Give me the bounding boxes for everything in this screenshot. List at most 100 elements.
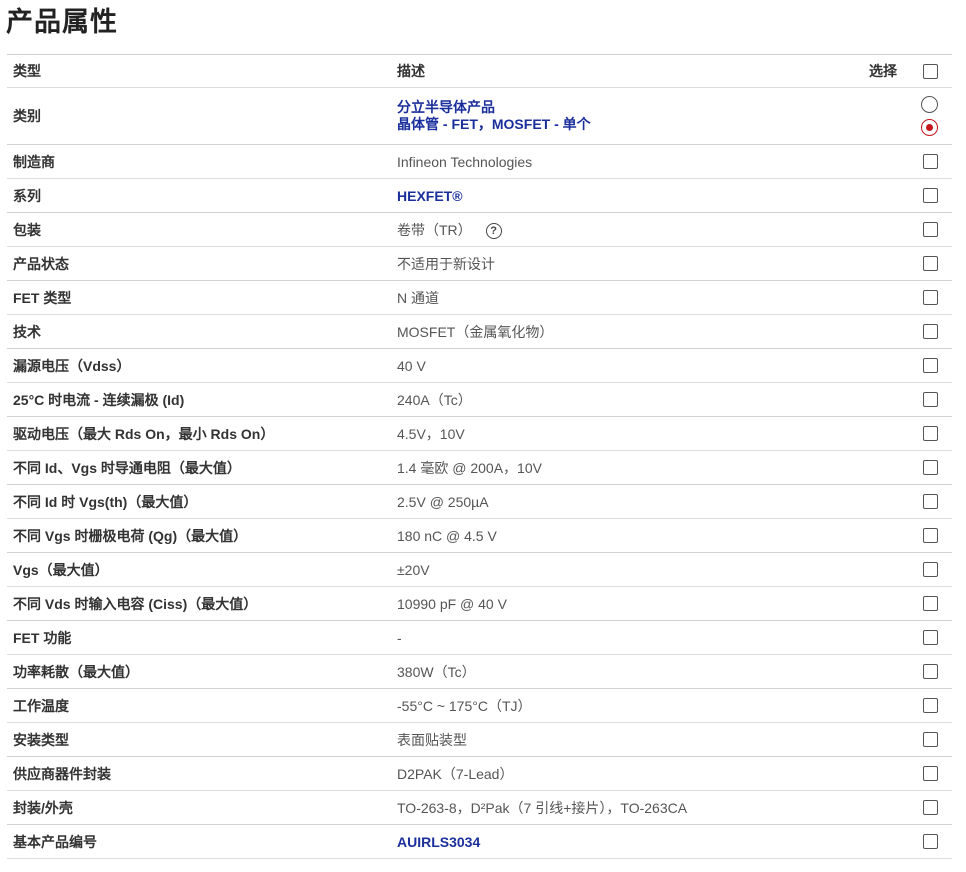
header-desc: 描述 [391, 54, 857, 88]
row-select-checkbox[interactable] [923, 596, 938, 611]
table-row: 漏源电压（Vdss） 40 V [7, 348, 952, 383]
row-label: 类别 [7, 87, 391, 145]
attributes-table: 类型 描述 选择 类别 分立半导体产品 晶体管 - FET，MOSFET - 单… [7, 54, 952, 859]
row-select-checkbox[interactable] [923, 460, 938, 475]
row-select-checkbox[interactable] [923, 834, 938, 849]
row-label: 基本产品编号 [7, 824, 391, 859]
row-select-checkbox[interactable] [923, 698, 938, 713]
help-icon[interactable]: ? [485, 222, 502, 239]
row-value: 2.5V @ 250µA [397, 493, 489, 510]
row-select-cell [857, 348, 952, 383]
table-row: 功率耗散（最大值） 380W（Tc） [7, 654, 952, 689]
row-select-checkbox[interactable] [923, 154, 938, 169]
row-select-checkbox[interactable] [923, 664, 938, 679]
row-label: 制造商 [7, 144, 391, 179]
row-select-cell [857, 518, 952, 553]
row-value-cell: ±20V [391, 552, 857, 587]
row-label: Vgs（最大值） [7, 552, 391, 587]
row-value: TO-263-8，D²Pak（7 引线+接片），TO-263CA [397, 799, 688, 816]
row-label: 工作温度 [7, 688, 391, 723]
row-value-link[interactable]: AUIRLS3034 [397, 834, 480, 850]
row-select-checkbox[interactable] [923, 392, 938, 407]
row-value: Infineon Technologies [397, 153, 533, 170]
row-label: 不同 Vgs 时栅极电荷 (Qg)（最大值） [7, 518, 391, 553]
row-value-cell: -55°C ~ 175°C（TJ） [391, 688, 857, 723]
table-row: 系列 HEXFET® [7, 178, 952, 213]
row-value-cell: 380W（Tc） [391, 654, 857, 689]
row-value-cell: AUIRLS3034 [391, 824, 857, 859]
row-select-cell [857, 654, 952, 689]
row-select-cell [857, 144, 952, 179]
category-radio-discrete[interactable] [921, 96, 938, 113]
row-select-cell [857, 722, 952, 757]
select-all-checkbox[interactable] [923, 63, 938, 79]
table-row: 25°C 时电流 - 连续漏极 (Id) 240A（Tc） [7, 382, 952, 417]
row-value: 不适用于新设计 [397, 255, 495, 272]
table-row: 不同 Id、Vgs 时导通电阻（最大值） 1.4 毫欧 @ 200A，10V [7, 450, 952, 485]
row-select-checkbox[interactable] [923, 630, 938, 645]
row-select-cell [857, 586, 952, 621]
row-value: 1.4 毫欧 @ 200A，10V [397, 459, 542, 476]
row-value: 卷带（TR） [397, 221, 472, 238]
row-value-cell: 表面贴装型 [391, 722, 857, 757]
row-value: 分立半导体产品 晶体管 - FET，MOSFET - 单个 [391, 87, 857, 145]
row-label: 封装/外壳 [7, 790, 391, 825]
table-row: Vgs（最大值） ±20V [7, 552, 952, 587]
row-select-cell [857, 246, 952, 281]
table-row: 安装类型 表面贴装型 [7, 722, 952, 757]
row-value-cell: 卷带（TR）? [391, 212, 857, 247]
table-row: FET 类型 N 通道 [7, 280, 952, 315]
row-value-cell: 240A（Tc） [391, 382, 857, 417]
row-select-cell [857, 824, 952, 859]
row-value-cell: MOSFET（金属氧化物） [391, 314, 857, 349]
row-select-cell [857, 314, 952, 349]
row-select-checkbox[interactable] [923, 732, 938, 747]
row-value-cell: 40 V [391, 348, 857, 383]
table-header-row: 类型 描述 选择 [7, 54, 952, 88]
row-select-checkbox[interactable] [923, 358, 938, 373]
row-select-checkbox[interactable] [923, 324, 938, 339]
row-label: 安装类型 [7, 722, 391, 757]
row-label: 功率耗散（最大值） [7, 654, 391, 689]
row-label: 不同 Vds 时输入电容 (Ciss)（最大值） [7, 586, 391, 621]
row-label: FET 类型 [7, 280, 391, 315]
category-radio-fet[interactable] [921, 119, 938, 136]
row-label: 供应商器件封装 [7, 756, 391, 791]
row-value-cell: 不适用于新设计 [391, 246, 857, 281]
category-link-fet[interactable]: 晶体管 - FET，MOSFET - 单个 [397, 116, 591, 132]
row-label: 不同 Id、Vgs 时导通电阻（最大值） [7, 450, 391, 485]
row-label: 产品状态 [7, 246, 391, 281]
row-select-checkbox[interactable] [923, 800, 938, 815]
row-select-cell [857, 620, 952, 655]
row-select-cell [857, 790, 952, 825]
table-row: FET 功能 - [7, 620, 952, 655]
row-label: 包装 [7, 212, 391, 247]
row-value-cell: HEXFET® [391, 178, 857, 213]
row-value: ±20V [397, 561, 430, 578]
row-value: - [397, 629, 402, 646]
row-select-checkbox[interactable] [923, 494, 938, 509]
row-select-cell [857, 212, 952, 247]
row-value: 表面贴装型 [397, 731, 467, 748]
category-link-discrete[interactable]: 分立半导体产品 [397, 99, 495, 115]
table-row: 封装/外壳 TO-263-8，D²Pak（7 引线+接片），TO-263CA [7, 790, 952, 825]
table-row: 驱动电压（最大 Rds On，最小 Rds On） 4.5V，10V [7, 416, 952, 451]
row-select-checkbox[interactable] [923, 256, 938, 271]
row-value: N 通道 [397, 289, 439, 306]
row-value-link[interactable]: HEXFET® [397, 188, 463, 204]
row-select-checkbox[interactable] [923, 426, 938, 441]
row-select-checkbox[interactable] [923, 290, 938, 305]
row-select-checkbox[interactable] [923, 766, 938, 781]
table-row-category: 类别 分立半导体产品 晶体管 - FET，MOSFET - 单个 [7, 87, 952, 145]
header-select: 选择 [869, 63, 897, 79]
row-select-checkbox[interactable] [923, 188, 938, 203]
row-select-checkbox[interactable] [923, 528, 938, 543]
row-value-cell: D2PAK（7-Lead） [391, 756, 857, 791]
table-row: 不同 Vgs 时栅极电荷 (Qg)（最大值） 180 nC @ 4.5 V [7, 518, 952, 553]
row-select-cell [857, 87, 952, 145]
table-row: 工作温度 -55°C ~ 175°C（TJ） [7, 688, 952, 723]
row-value-cell: 10990 pF @ 40 V [391, 586, 857, 621]
row-select-checkbox[interactable] [923, 222, 938, 237]
row-label: 系列 [7, 178, 391, 213]
row-select-checkbox[interactable] [923, 562, 938, 577]
